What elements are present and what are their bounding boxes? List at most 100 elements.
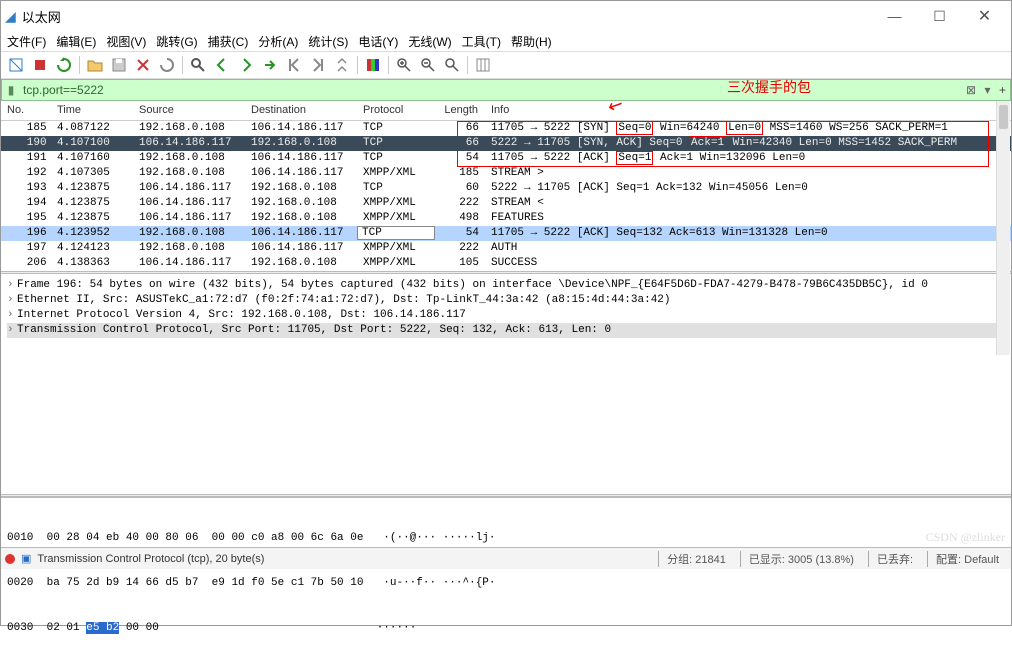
clear-filter-icon[interactable]: ⊠ [962, 83, 980, 97]
cell-no: 185 [1, 121, 51, 136]
cell-destination: 106.14.186.117 [245, 121, 357, 136]
stop-capture-icon[interactable] [29, 54, 51, 76]
display-filter-bar: ▮ ⊠ ▾ + [1, 79, 1011, 101]
start-capture-icon[interactable] [5, 54, 27, 76]
filter-dropdown-icon[interactable]: ▾ [980, 83, 995, 97]
col-length[interactable]: Length [435, 101, 485, 120]
detail-frame[interactable]: Frame 196: 54 bytes on wire (432 bits), … [17, 279, 928, 291]
packet-row[interactable]: 1904.107100106.14.186.117192.168.0.108TC… [1, 136, 1011, 151]
cell-destination: 192.168.0.108 [245, 136, 357, 151]
expand-icon[interactable]: › [7, 293, 17, 308]
cell-length: 60 [435, 181, 485, 196]
cell-time: 4.107305 [51, 166, 133, 181]
open-file-icon[interactable] [84, 54, 106, 76]
menu-view[interactable]: 视图(V) [106, 33, 146, 50]
restart-capture-icon[interactable] [53, 54, 75, 76]
packet-details[interactable]: ›Frame 196: 54 bytes on wire (432 bits),… [1, 274, 1011, 352]
cell-no: 197 [1, 241, 51, 256]
expand-icon[interactable]: › [7, 308, 17, 323]
cell-no: 206 [1, 256, 51, 271]
cell-destination: 192.168.0.108 [245, 256, 357, 271]
hex-bytes[interactable]: 00 28 04 eb 40 00 80 06 00 00 c0 a8 00 6… [47, 532, 364, 544]
menu-file[interactable]: 文件(F) [7, 33, 46, 50]
packet-row[interactable]: 1954.123875106.14.186.117192.168.0.108XM… [1, 211, 1011, 226]
close-button[interactable]: ✕ [962, 2, 1007, 30]
resize-columns-icon[interactable] [472, 54, 494, 76]
zoom-out-icon[interactable] [417, 54, 439, 76]
col-info[interactable]: Info [485, 101, 1011, 120]
close-file-icon[interactable] [132, 54, 154, 76]
cell-protocol: TCP [357, 181, 435, 196]
menu-edit[interactable]: 编辑(E) [56, 33, 96, 50]
detail-ethernet[interactable]: Ethernet II, Src: ASUSTekC_a1:72:d7 (f0:… [17, 294, 671, 306]
packet-row[interactable]: 1964.123952192.168.0.108106.14.186.117TC… [1, 226, 1011, 241]
menu-stats[interactable]: 统计(S) [308, 33, 348, 50]
cell-info: STREAM > [485, 166, 1011, 181]
maximize-button[interactable]: ☐ [917, 2, 962, 30]
zoom-reset-icon[interactable] [441, 54, 463, 76]
menu-help[interactable]: 帮助(H) [511, 33, 552, 50]
cell-source: 106.14.186.117 [133, 256, 245, 271]
menu-wireless[interactable]: 无线(W) [408, 33, 451, 50]
cell-info: 5222 → 11705 [ACK] Seq=1 Ack=132 Win=450… [485, 181, 1011, 196]
cell-destination: 106.14.186.117 [245, 241, 357, 256]
go-forward-icon[interactable] [235, 54, 257, 76]
cell-no: 191 [1, 151, 51, 166]
packet-row[interactable]: 1924.107305192.168.0.108106.14.186.117XM… [1, 166, 1011, 181]
menu-tools[interactable]: 工具(T) [462, 33, 501, 50]
menu-goto[interactable]: 跳转(G) [156, 33, 197, 50]
hex-bytes[interactable]: ba 75 2d b9 14 66 d5 b7 e9 1d f0 5e c1 7… [47, 577, 364, 589]
packet-row[interactable]: 2064.138363106.14.186.117192.168.0.108XM… [1, 256, 1011, 271]
display-filter-input[interactable] [20, 83, 962, 97]
hex-bytes[interactable]: 00 00 [119, 622, 159, 634]
col-no[interactable]: No. [1, 101, 51, 120]
packet-row[interactable]: 1914.107160192.168.0.108106.14.186.117TC… [1, 151, 1011, 166]
go-back-icon[interactable] [211, 54, 233, 76]
packet-row[interactable]: 1934.123875106.14.186.117192.168.0.108TC… [1, 181, 1011, 196]
go-to-packet-icon[interactable] [259, 54, 281, 76]
packet-list-header[interactable]: No. Time Source Destination Protocol Len… [1, 101, 1011, 121]
auto-scroll-icon[interactable] [331, 54, 353, 76]
minimize-button[interactable]: — [872, 2, 917, 30]
cell-length: 66 [435, 121, 485, 136]
cell-protocol: TCP [357, 121, 435, 136]
packet-row[interactable]: 1974.124123192.168.0.108106.14.186.117XM… [1, 241, 1011, 256]
menu-capture[interactable]: 捕获(C) [208, 33, 249, 50]
hex-bytes[interactable]: 02 01 [47, 622, 87, 634]
cell-no: 192 [1, 166, 51, 181]
expand-icon[interactable]: › [7, 278, 17, 293]
expand-icon[interactable]: › [7, 323, 17, 338]
cell-destination: 106.14.186.117 [245, 151, 357, 166]
col-source[interactable]: Source [133, 101, 245, 120]
save-file-icon[interactable] [108, 54, 130, 76]
bookmark-filter-icon[interactable]: ▮ [2, 83, 20, 97]
col-protocol[interactable]: Protocol [357, 101, 435, 120]
detail-ip[interactable]: Internet Protocol Version 4, Src: 192.16… [17, 309, 466, 321]
col-destination[interactable]: Destination [245, 101, 357, 120]
add-filter-button[interactable]: + [995, 83, 1010, 97]
scrollbar-vertical[interactable] [996, 101, 1010, 355]
packet-list[interactable]: 三次握手的包 ↙ No. Time Source Destination Pro… [1, 101, 1011, 271]
zoom-in-icon[interactable] [393, 54, 415, 76]
window-title: 以太网 [22, 7, 872, 26]
cell-protocol: XMPP/XML [357, 241, 435, 256]
cell-info: STREAM < [485, 196, 1011, 211]
cell-info: 5222 → 11705 [SYN, ACK] Seq=0 Ack=1 Win=… [485, 136, 1011, 151]
find-icon[interactable] [187, 54, 209, 76]
go-first-icon[interactable] [283, 54, 305, 76]
colorize-icon[interactable] [362, 54, 384, 76]
scrollbar-thumb[interactable] [999, 105, 1008, 129]
menu-analyze[interactable]: 分析(A) [258, 33, 298, 50]
hex-selected-bytes[interactable]: e5 b2 [86, 622, 119, 634]
cell-time: 4.138363 [51, 256, 133, 271]
reload-icon[interactable] [156, 54, 178, 76]
go-last-icon[interactable] [307, 54, 329, 76]
packet-bytes[interactable]: 0010 00 28 04 eb 40 00 80 06 00 00 c0 a8… [1, 497, 1011, 547]
col-time[interactable]: Time [51, 101, 133, 120]
packet-row[interactable]: 1854.087122192.168.0.108106.14.186.117TC… [1, 121, 1011, 136]
cell-length: 185 [435, 166, 485, 181]
detail-tcp[interactable]: Transmission Control Protocol, Src Port:… [17, 324, 611, 336]
menu-telephony[interactable]: 电话(Y) [358, 33, 398, 50]
cell-no: 194 [1, 196, 51, 211]
packet-row[interactable]: 1944.123875106.14.186.117192.168.0.108XM… [1, 196, 1011, 211]
